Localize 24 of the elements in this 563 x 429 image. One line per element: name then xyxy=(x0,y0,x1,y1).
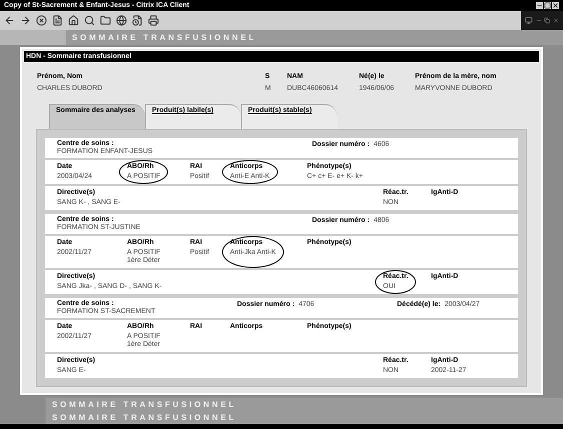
annotation-ellipse xyxy=(222,236,284,268)
folder-icon[interactable] xyxy=(100,15,111,26)
annotation-ellipse xyxy=(119,160,168,184)
document-icon[interactable] xyxy=(132,15,143,26)
banner-side-block xyxy=(0,30,66,45)
stop-icon[interactable] xyxy=(36,15,47,26)
print-icon[interactable] xyxy=(148,15,159,26)
minimize-icon[interactable] xyxy=(536,17,542,24)
forward-icon[interactable] xyxy=(20,15,31,26)
home-icon[interactable] xyxy=(68,15,79,26)
restore-icon[interactable] xyxy=(544,17,550,24)
back-icon[interactable] xyxy=(4,15,15,26)
banner-title: SOMMAIRE TRANSFUSIONNEL xyxy=(72,32,256,44)
annotation-ellipse xyxy=(222,160,278,184)
monitor-icon[interactable] xyxy=(525,16,532,25)
banner-title: SOMMAIRE TRANSFUSIONNEL xyxy=(52,398,236,410)
maximize-icon[interactable] xyxy=(544,2,551,9)
page-icon[interactable] xyxy=(52,15,63,26)
minimize-icon[interactable] xyxy=(536,2,543,9)
search-icon[interactable] xyxy=(84,15,95,26)
annotation-ellipse xyxy=(375,270,416,294)
close-icon[interactable] xyxy=(552,2,559,9)
globe-icon[interactable] xyxy=(116,15,127,26)
banner-title: SOMMAIRE TRANSFUSIONNEL xyxy=(52,412,236,424)
